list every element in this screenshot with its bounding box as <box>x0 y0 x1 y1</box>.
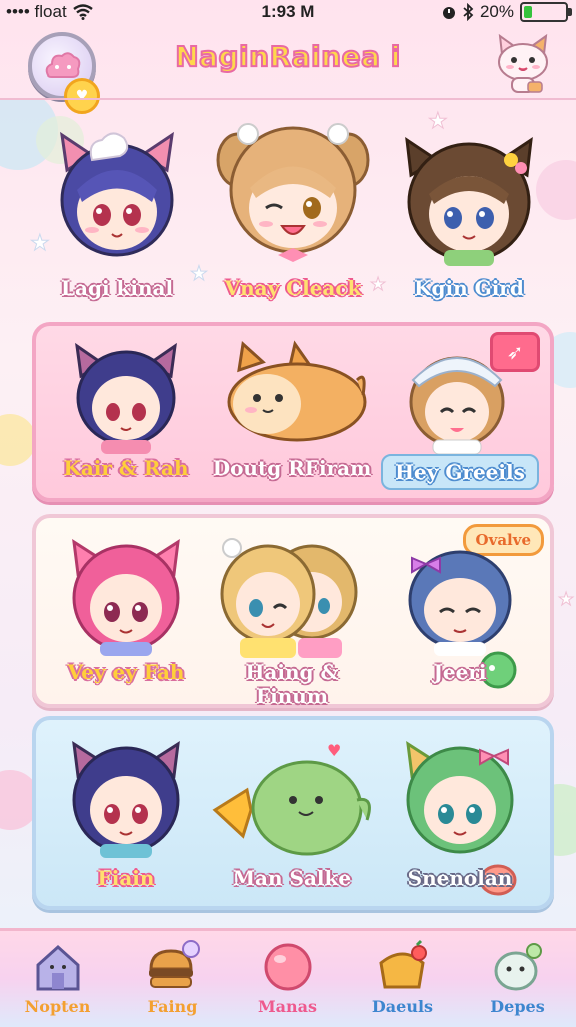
chat-notification-icon[interactable]: ➶ <box>490 332 540 372</box>
svg-text:♥: ♥ <box>327 741 341 760</box>
purple-hair-cat-girl-icon <box>72 741 180 858</box>
battery-fill <box>524 6 532 18</box>
nav-label: Nopten <box>24 997 91 1016</box>
pink-bubble-icon <box>264 943 311 991</box>
character-name: Jeeri <box>433 660 487 684</box>
character-name: Hey Greeils <box>381 454 539 490</box>
character-name: Man Salke <box>232 866 352 890</box>
character-name: Vey ey Fah <box>67 660 185 684</box>
nav-label: Daeuls <box>371 997 434 1016</box>
nav-label: Manas <box>257 997 318 1016</box>
bottom-nav: Nopten Faing Manas Daeuls Depes <box>0 928 576 1027</box>
green-slime-pet-icon: ♥ <box>212 741 371 856</box>
character-name: Haing & Finum <box>245 660 339 708</box>
character-card[interactable]: Vey ey Fah <box>46 518 206 704</box>
character-card[interactable]: ➶ Hey Greeils <box>380 326 540 498</box>
nav-item-manas[interactable]: Manas <box>230 937 345 1025</box>
pink-hair-cat-girl-icon <box>72 539 180 656</box>
slime-icon <box>494 943 542 991</box>
character-card[interactable]: Snenolan <box>380 720 540 906</box>
character-card[interactable]: Doutg RFiram <box>212 326 372 498</box>
character-row-1: Lagi kinal Vnay Cleack Kgin Gird <box>0 110 576 310</box>
battery-percent: 20% <box>479 2 514 21</box>
character-card[interactable]: Haing & Finum <box>212 518 372 708</box>
character-row-3: Ovalve Vey ey Fah Haing & Finum Jeeri <box>32 514 554 708</box>
house-icon <box>36 944 79 991</box>
purple-hair-cat-girl-icon <box>60 131 174 257</box>
blue-hair-girl-bow-icon <box>408 550 512 656</box>
character-card[interactable]: Lagi kinal <box>32 110 202 310</box>
green-hair-cat-girl-icon <box>406 741 514 854</box>
character-name: Lagi kinal <box>60 276 174 300</box>
character-card[interactable]: Kgin Gird <box>384 110 554 310</box>
character-row-2: Kair & Rah Doutg RFiram ➶ Hey Greeils <box>32 322 554 502</box>
nav-item-depes[interactable]: Depes <box>460 937 575 1025</box>
character-name: Kgin Gird <box>414 276 524 300</box>
nav-label: Faing <box>147 997 198 1016</box>
orange-shiba-pet-icon <box>227 340 367 442</box>
alarm-icon <box>442 7 455 19</box>
character-row-4: Fiain ♥ Man Salke Snenolan <box>32 716 554 910</box>
dessert-icon <box>378 939 427 989</box>
bluetooth-icon <box>463 3 474 21</box>
character-card[interactable]: ♥ Man Salke <box>212 720 372 906</box>
nav-label: Depes <box>490 997 545 1016</box>
purple-hair-cat-girl-icon <box>75 342 177 454</box>
burger-icon <box>148 940 200 988</box>
nav-item-faing[interactable]: Faing <box>115 937 230 1025</box>
blonde-girl-winking-icon <box>216 123 370 262</box>
character-name: Snenolan <box>407 866 513 890</box>
character-card[interactable]: Jeeri <box>380 518 540 704</box>
character-name-pill: Hey Greeils <box>380 454 540 490</box>
header: ♥ NaginRainea i <box>0 24 576 114</box>
nav-item-daeuls[interactable]: Daeuls <box>345 937 460 1025</box>
character-name: Kair & Rah <box>63 456 189 480</box>
svg-text:★: ★ <box>558 589 574 610</box>
character-name: Vnay Cleack <box>224 276 362 300</box>
status-bar: •••• float 1:93 M 20% <box>0 0 576 24</box>
blonde-twins-icon <box>220 538 358 658</box>
character-card[interactable]: Vnay Cleack <box>208 110 378 310</box>
character-card[interactable]: Kair & Rah <box>46 326 206 498</box>
page-title: NaginRainea i <box>174 39 401 74</box>
brown-hair-cat-girl-icon <box>405 136 533 266</box>
cat-mascot-icon[interactable] <box>492 32 554 96</box>
character-card[interactable]: Fiain <box>46 720 206 906</box>
nav-item-nopten[interactable]: Nopten <box>0 937 115 1025</box>
character-name: Doutg RFiram <box>212 456 372 480</box>
battery-icon <box>520 2 572 22</box>
character-name: Fiain <box>97 866 155 890</box>
